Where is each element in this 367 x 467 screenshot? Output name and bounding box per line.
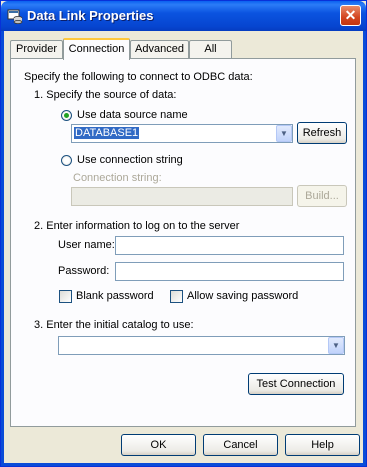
window-frame-left: [1, 31, 4, 466]
username-label: User name:: [58, 239, 115, 251]
window-frame-bottom: [1, 463, 366, 466]
tab-label: All: [204, 43, 217, 55]
help-button[interactable]: Help: [285, 434, 360, 456]
use-conn-string-label[interactable]: Use connection string: [77, 154, 183, 166]
blank-password-checkbox[interactable]: [59, 290, 72, 303]
use-dsn-label[interactable]: Use data source name: [77, 109, 188, 121]
close-icon: ✕: [344, 7, 357, 23]
dsn-value: DATABASE1: [74, 127, 140, 139]
window-frame-right: [363, 31, 366, 466]
tab-connection[interactable]: Connection: [63, 38, 130, 60]
tab-all[interactable]: All: [189, 40, 232, 58]
step3-heading: 3. Enter the initial catalog to use:: [34, 319, 194, 331]
tab-label: Connection: [68, 43, 125, 55]
conn-string-label: Connection string:: [73, 172, 162, 184]
tab-advanced[interactable]: Advanced: [130, 40, 189, 58]
dsn-combobox[interactable]: DATABASE1: [71, 124, 293, 143]
window-title: Data Link Properties: [27, 8, 154, 23]
tab-label: Advanced: [135, 43, 184, 55]
data-link-properties-window: Data Link Properties ✕ Provider Connecti…: [0, 0, 367, 467]
conn-string-input: [71, 187, 293, 206]
blank-password-label[interactable]: Blank password: [76, 290, 154, 302]
username-field[interactable]: [115, 236, 344, 255]
use-dsn-radio[interactable]: [61, 110, 72, 121]
ok-button[interactable]: OK: [121, 434, 196, 456]
intro-text: Specify the following to connect to ODBC…: [24, 71, 253, 83]
step1-heading: 1. Specify the source of data:: [34, 89, 177, 101]
catalog-combobox[interactable]: [58, 336, 345, 355]
step2-heading: 2. Enter information to log on to the se…: [34, 220, 240, 232]
tab-label: Provider: [16, 43, 57, 55]
build-button: Build...: [297, 185, 347, 207]
chevron-down-icon[interactable]: ▼: [328, 337, 344, 354]
allow-saving-password-label[interactable]: Allow saving password: [187, 290, 298, 302]
chevron-down-icon[interactable]: ▼: [276, 125, 292, 142]
tab-provider[interactable]: Provider: [10, 40, 63, 58]
title-bar[interactable]: Data Link Properties ✕: [1, 1, 366, 31]
password-field[interactable]: [115, 262, 344, 281]
close-button[interactable]: ✕: [340, 5, 361, 26]
use-conn-string-radio[interactable]: [61, 155, 72, 166]
refresh-button[interactable]: Refresh: [297, 122, 347, 144]
database-link-icon: [7, 9, 23, 24]
allow-saving-password-checkbox[interactable]: [170, 290, 183, 303]
cancel-button[interactable]: Cancel: [203, 434, 278, 456]
connection-tab-panel: Specify the following to connect to ODBC…: [10, 58, 356, 427]
test-connection-button[interactable]: Test Connection: [248, 373, 344, 395]
password-label: Password:: [58, 265, 110, 277]
